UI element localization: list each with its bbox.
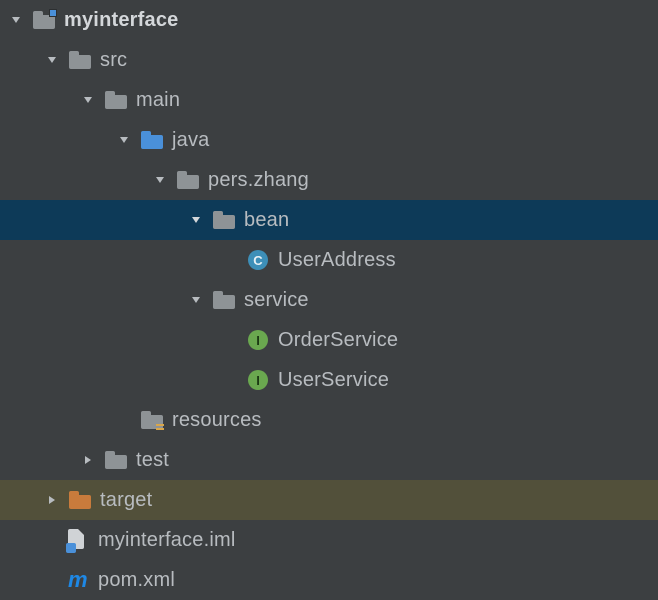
- tree-row-bean[interactable]: bean: [0, 200, 658, 240]
- module-folder-icon: [32, 9, 56, 31]
- chevron-down-icon[interactable]: [184, 208, 208, 232]
- tree-label: main: [136, 89, 180, 112]
- tree-label: pom.xml: [98, 569, 175, 592]
- tree-label: pers.zhang: [208, 169, 309, 192]
- chevron-down-icon[interactable]: [148, 168, 172, 192]
- tree-label: target: [100, 489, 152, 512]
- tree-row-class[interactable]: C UserAddress: [0, 240, 658, 280]
- tree-label: src: [100, 49, 127, 72]
- tree-row-myinterface[interactable]: myinterface: [0, 0, 658, 40]
- tree-label: service: [244, 289, 309, 312]
- source-folder-icon: [140, 129, 164, 151]
- chevron-right-icon[interactable]: [76, 448, 100, 472]
- folder-icon: [104, 449, 128, 471]
- tree-row-test[interactable]: test: [0, 440, 658, 480]
- tree-row-interface[interactable]: I OrderService: [0, 320, 658, 360]
- tree-row-service[interactable]: service: [0, 280, 658, 320]
- tree-row-package[interactable]: pers.zhang: [0, 160, 658, 200]
- iml-file-icon: [68, 529, 88, 551]
- tree-label: resources: [172, 409, 262, 432]
- chevron-down-icon[interactable]: [76, 88, 100, 112]
- tree-row-pom[interactable]: m pom.xml: [0, 560, 658, 600]
- tree-row-interface[interactable]: I UserService: [0, 360, 658, 400]
- tree-label: OrderService: [278, 329, 398, 352]
- excluded-folder-icon: [68, 489, 92, 511]
- package-icon: [176, 169, 200, 191]
- interface-icon: I: [248, 330, 268, 350]
- tree-label: myinterface: [64, 9, 178, 32]
- folder-icon: [104, 89, 128, 111]
- maven-icon: m: [68, 569, 90, 591]
- tree-label: UserAddress: [278, 249, 396, 272]
- chevron-down-icon[interactable]: [4, 8, 28, 32]
- interface-icon: I: [248, 370, 268, 390]
- tree-label: UserService: [278, 369, 389, 392]
- tree-row-java[interactable]: java: [0, 120, 658, 160]
- chevron-down-icon[interactable]: [40, 48, 64, 72]
- chevron-right-icon[interactable]: [40, 488, 64, 512]
- chevron-down-icon[interactable]: [184, 288, 208, 312]
- package-icon: [212, 209, 236, 231]
- tree-label: myinterface.iml: [98, 529, 235, 552]
- resources-folder-icon: [140, 409, 164, 431]
- chevron-down-icon[interactable]: [112, 128, 136, 152]
- project-tree: myinterface src main java: [0, 0, 658, 600]
- tree-row-main[interactable]: main: [0, 80, 658, 120]
- tree-label: bean: [244, 209, 289, 232]
- tree-row-resources[interactable]: resources: [0, 400, 658, 440]
- tree-row-src[interactable]: src: [0, 40, 658, 80]
- tree-label: java: [172, 129, 210, 152]
- package-icon: [212, 289, 236, 311]
- folder-icon: [68, 49, 92, 71]
- tree-label: test: [136, 449, 169, 472]
- tree-row-target[interactable]: target: [0, 480, 658, 520]
- tree-row-iml[interactable]: myinterface.iml: [0, 520, 658, 560]
- class-icon: C: [248, 250, 268, 270]
